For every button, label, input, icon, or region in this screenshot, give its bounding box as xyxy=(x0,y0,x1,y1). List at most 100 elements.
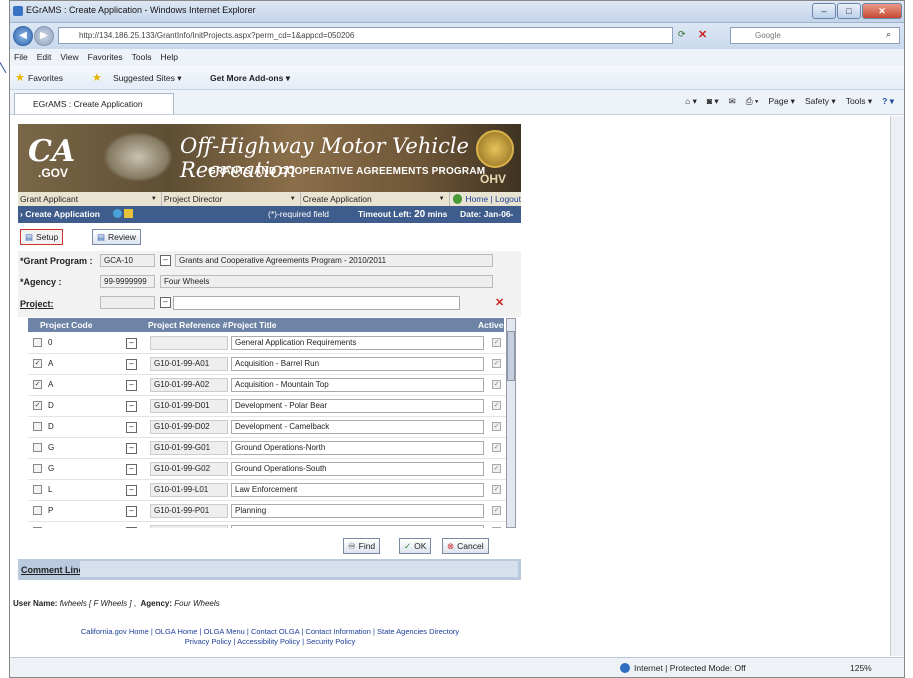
home-link[interactable]: Home xyxy=(465,192,488,206)
table-row[interactable]: P – G10-01-99-P01 Planning ✓ xyxy=(28,501,506,522)
logout-link[interactable]: Logout xyxy=(495,192,521,206)
row-checkbox[interactable]: ✓ xyxy=(33,380,42,389)
row-lookup-icon[interactable]: – xyxy=(126,401,137,412)
grid-scrollbar[interactable] xyxy=(506,318,516,528)
minimize-button[interactable]: – xyxy=(812,3,836,19)
row-checkbox[interactable] xyxy=(33,422,42,431)
row-checkbox[interactable]: ✓ xyxy=(33,401,42,410)
cancel-button[interactable]: ⊗ Cancel xyxy=(442,538,489,554)
get-addons-link[interactable]: Get More Add-ons ▾ xyxy=(210,73,290,84)
mail-icon[interactable]: ✉ xyxy=(729,96,736,107)
row-checkbox[interactable] xyxy=(33,338,42,347)
clear-icon[interactable]: ✕ xyxy=(495,296,504,309)
stop-icon[interactable]: ✕ xyxy=(698,28,707,41)
table-row[interactable]: ✓ A – G10-01-99-A01 Acquisition - Barrel Run… xyxy=(28,354,506,375)
menu-favorites[interactable]: Favorites xyxy=(88,49,123,66)
table-row[interactable]: G – G10-01-99-G01 Ground Operations-North ✓ xyxy=(28,438,506,459)
search-icon[interactable]: ⌕ xyxy=(886,29,891,40)
row-lookup-icon[interactable]: – xyxy=(126,380,137,391)
active-checkbox[interactable]: ✓ xyxy=(492,401,501,410)
menu-help[interactable]: Help xyxy=(160,49,177,66)
row-checkbox[interactable] xyxy=(33,527,42,528)
find-button[interactable]: ♾ Find xyxy=(343,538,381,554)
project-title[interactable]: Ground Operations-South xyxy=(231,462,484,476)
table-row[interactable]: L – G10-01-99-L01 Law Enforcement ✓ xyxy=(28,480,506,501)
search-input[interactable]: Google xyxy=(730,27,900,44)
project-title[interactable]: General Application Requirements xyxy=(231,336,484,350)
tools-menu[interactable]: Tools ▾ xyxy=(846,96,872,107)
col-project-title[interactable]: Project Title xyxy=(228,318,277,332)
setup-button[interactable]: ▤ Setup xyxy=(20,229,64,245)
address-input[interactable]: http://134.186.25.133/GrantInfo/InitProj… xyxy=(58,27,673,44)
menu-tools[interactable]: Tools xyxy=(132,49,152,66)
active-checkbox[interactable]: ✓ xyxy=(492,359,501,368)
back-button[interactable]: ◀ xyxy=(13,26,33,46)
project-code-input[interactable] xyxy=(100,296,155,309)
project-title-input[interactable] xyxy=(173,296,460,310)
close-button[interactable]: ✕ xyxy=(862,3,902,19)
lookup-icon[interactable]: – xyxy=(160,255,171,266)
feeds-icon[interactable]: ◙ ▾ xyxy=(707,96,719,107)
col-project-ref[interactable]: Project Reference # xyxy=(148,318,227,332)
comment-input[interactable] xyxy=(80,561,518,577)
create-application-dropdown[interactable]: Create Application xyxy=(301,192,450,206)
row-lookup-icon[interactable]: – xyxy=(126,527,137,528)
project-title[interactable]: Law Enforcement xyxy=(231,483,484,497)
active-checkbox[interactable]: ✓ xyxy=(492,527,501,528)
project-title[interactable]: Restoration xyxy=(231,525,484,528)
active-checkbox[interactable]: ✓ xyxy=(492,422,501,431)
project-title[interactable]: Ground Operations-North xyxy=(231,441,484,455)
row-lookup-icon[interactable]: – xyxy=(126,422,137,433)
suggested-sites-link[interactable]: Suggested Sites ▾ xyxy=(113,73,182,84)
col-project-code[interactable]: Project Code xyxy=(40,318,92,332)
row-checkbox[interactable] xyxy=(33,464,42,473)
active-checkbox[interactable]: ✓ xyxy=(492,464,501,473)
footer-links[interactable]: California.gov Home | OLGA Home | OLGA M… xyxy=(50,627,490,636)
page-menu[interactable]: Page ▾ xyxy=(768,96,794,107)
project-director-dropdown[interactable]: Project Director xyxy=(162,192,301,206)
table-row[interactable]: D – G10-01-99-D02 Development - Camelback ✓ xyxy=(28,417,506,438)
help-badge-icon[interactable] xyxy=(124,209,133,218)
safety-menu[interactable]: Safety ▾ xyxy=(805,96,836,107)
menu-file[interactable]: File xyxy=(14,49,28,66)
menu-edit[interactable]: Edit xyxy=(37,49,52,66)
row-checkbox[interactable]: ✓ xyxy=(33,359,42,368)
row-lookup-icon[interactable]: – xyxy=(126,338,137,349)
active-checkbox[interactable]: ✓ xyxy=(492,506,501,515)
project-title[interactable]: Development - Camelback xyxy=(231,420,484,434)
table-row[interactable]: 0 – General Application Requirements ✓ xyxy=(28,333,506,354)
forward-button[interactable]: ▶ xyxy=(34,26,54,46)
home-icon[interactable]: ⌂ ▾ xyxy=(685,96,697,107)
project-title[interactable]: Acquisition - Barrel Run xyxy=(231,357,484,371)
row-checkbox[interactable] xyxy=(33,506,42,515)
table-row[interactable]: G – G10-01-99-G02 Ground Operations-South ✓ xyxy=(28,459,506,480)
table-row[interactable]: ✓ A – G10-01-99-A02 Acquisition - Mountain T… xyxy=(28,375,506,396)
zoom-level[interactable]: 125% xyxy=(850,663,872,673)
row-lookup-icon[interactable]: – xyxy=(126,359,137,370)
refresh-icon[interactable]: ⟳ xyxy=(678,29,686,40)
row-lookup-icon[interactable]: – xyxy=(126,506,137,517)
print-icon[interactable]: ⎙ ▾ xyxy=(746,96,759,107)
info-icon[interactable] xyxy=(113,209,122,218)
help-icon[interactable]: ? ▾ xyxy=(882,96,894,107)
project-title[interactable]: Planning xyxy=(231,504,484,518)
menu-view[interactable]: View xyxy=(60,49,78,66)
footer-policy-links[interactable]: Privacy Policy | Accessibility Policy | … xyxy=(50,637,490,646)
row-checkbox[interactable] xyxy=(33,485,42,494)
active-checkbox[interactable]: ✓ xyxy=(492,443,501,452)
page-scrollbar[interactable] xyxy=(890,116,904,656)
maximize-button[interactable]: □ xyxy=(837,3,861,19)
grant-applicant-dropdown[interactable]: Grant Applicant xyxy=(18,192,162,206)
add-favorite-icon[interactable]: ★ xyxy=(92,71,102,84)
active-checkbox[interactable]: ✓ xyxy=(492,338,501,347)
row-checkbox[interactable] xyxy=(33,443,42,452)
active-checkbox[interactable]: ✓ xyxy=(492,485,501,494)
col-active[interactable]: Active xyxy=(478,318,504,332)
project-title[interactable]: Development - Polar Bear xyxy=(231,399,484,413)
project-lookup-icon[interactable]: – xyxy=(160,297,171,308)
ok-button[interactable]: ✓ OK xyxy=(399,538,432,554)
table-row[interactable]: R – G10-01-99-R01Restoration ✓ xyxy=(28,522,506,528)
active-checkbox[interactable]: ✓ xyxy=(492,380,501,389)
row-lookup-icon[interactable]: – xyxy=(126,464,137,475)
favorites-button[interactable]: Favorites xyxy=(28,73,63,83)
